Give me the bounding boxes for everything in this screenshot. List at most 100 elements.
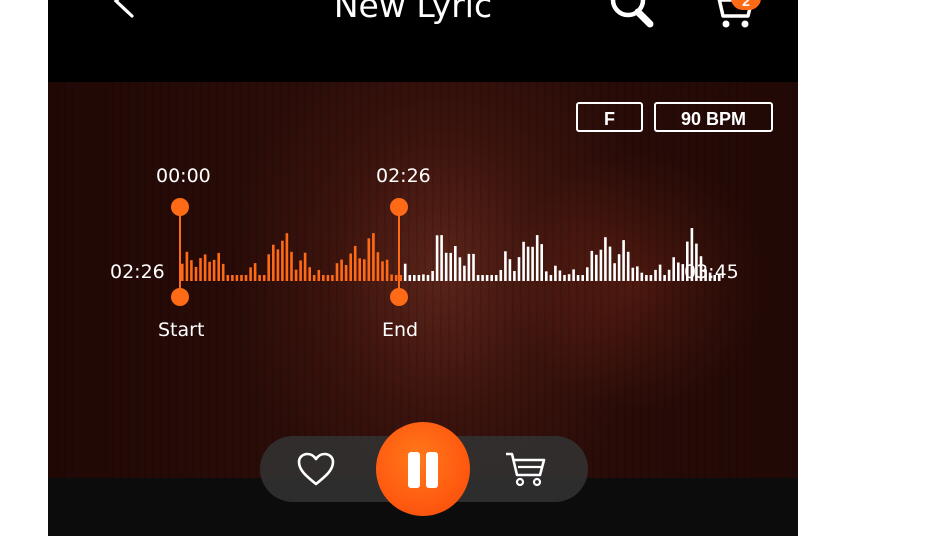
start-label: Start — [158, 319, 205, 341]
wave-bar — [317, 270, 321, 281]
wave-bar — [545, 271, 548, 281]
wave-bar — [303, 252, 307, 281]
wave-bar — [626, 251, 630, 281]
wave-bar — [290, 251, 293, 281]
end-label: End — [382, 319, 419, 341]
marker-start-time: 00:00 — [156, 165, 211, 187]
wave-bar — [190, 260, 193, 281]
wave-bar — [308, 267, 311, 281]
wave-bar — [481, 275, 484, 281]
wave-bar — [294, 269, 298, 281]
wave-bar — [499, 270, 503, 281]
wave-bar — [358, 258, 361, 281]
wave-bar — [540, 244, 543, 281]
wave-bar — [344, 265, 348, 281]
marker-end-time: 02:26 — [376, 165, 431, 187]
wave-bar — [604, 237, 607, 281]
wave-bar — [431, 271, 434, 281]
wave-bar — [181, 263, 184, 281]
wave-bar — [617, 254, 621, 281]
wave-bar — [372, 233, 375, 281]
end-marker[interactable] — [390, 198, 408, 306]
wave-bar — [454, 246, 457, 281]
wave-bar — [599, 249, 603, 281]
wave-bar — [326, 275, 330, 281]
wave-bar — [226, 275, 230, 281]
wave-bar — [235, 275, 239, 281]
wave-bar — [677, 262, 680, 281]
wave-bar — [367, 238, 371, 281]
wave-bar — [563, 275, 566, 281]
wave-bar — [349, 253, 352, 281]
wave-bar — [267, 254, 270, 281]
wave-bar — [467, 253, 471, 281]
wave-bar — [586, 267, 589, 281]
wave-bar — [631, 267, 635, 281]
heart-icon[interactable] — [296, 451, 336, 487]
pause-icon — [408, 452, 420, 488]
wave-bar — [517, 257, 521, 281]
wave-bar — [299, 260, 302, 281]
wave-bar — [408, 275, 412, 281]
wave-bar — [444, 252, 448, 281]
wave-bar — [590, 250, 594, 281]
wave-bar — [322, 275, 325, 281]
wave-bar — [667, 269, 671, 281]
wave-bar — [549, 275, 553, 281]
wave-bar — [494, 275, 498, 281]
total-time: 03:45 — [684, 261, 739, 283]
wave-bar — [363, 259, 366, 281]
wave-bar — [554, 265, 557, 281]
cart-icon[interactable] — [504, 449, 548, 489]
wave-bar — [449, 252, 452, 281]
wave-bar — [654, 269, 657, 281]
wave-bar — [422, 274, 425, 281]
wave-bar — [394, 275, 398, 281]
wave-bar — [413, 275, 416, 281]
wave-bar — [403, 263, 407, 281]
wave-bar — [281, 240, 284, 281]
wave-bar — [508, 259, 512, 281]
wave-bar — [576, 275, 580, 281]
wave-bar — [613, 263, 616, 281]
wave-bar — [417, 275, 421, 281]
pause-button[interactable] — [376, 422, 470, 516]
wave-bar — [390, 274, 393, 281]
wave-bar — [285, 233, 289, 281]
wave-bar — [558, 270, 562, 281]
wave-bar — [522, 241, 525, 281]
wave-bar — [567, 274, 571, 281]
wave-bar — [199, 258, 202, 281]
wave-bar — [672, 257, 675, 281]
wave-bar — [381, 261, 384, 281]
wave-bar — [526, 246, 530, 281]
wave-bar — [194, 266, 198, 281]
wave-bar — [249, 267, 252, 281]
wave-bar — [276, 249, 280, 281]
wave-bar — [663, 275, 666, 281]
wave-bar — [272, 244, 275, 281]
wave-bar — [212, 259, 216, 281]
wave-bar — [244, 275, 248, 281]
wave-bar — [253, 263, 257, 281]
wave-bar — [513, 271, 516, 281]
wave-bar — [208, 261, 211, 281]
wave-bar — [258, 275, 261, 281]
wave-bar — [645, 275, 648, 281]
wave-bar — [458, 257, 462, 281]
wave-bar — [581, 275, 584, 281]
wave-bar — [203, 254, 207, 281]
wave-bar — [335, 263, 339, 281]
wave-bar — [649, 275, 653, 281]
wave-bar — [353, 245, 357, 281]
wave-bar — [472, 253, 475, 281]
wave-bar — [231, 275, 234, 281]
wave-bar — [440, 235, 443, 281]
wave-bar — [531, 246, 534, 281]
wave-bar — [490, 275, 493, 281]
wave-bar — [485, 275, 489, 281]
wave-bar — [572, 269, 575, 281]
wave-bar — [185, 251, 189, 281]
wave-bar — [331, 275, 334, 281]
app-screen: New Lyric 2 F 90 BPM 00:00 02:26 02:26 0… — [48, 0, 798, 536]
